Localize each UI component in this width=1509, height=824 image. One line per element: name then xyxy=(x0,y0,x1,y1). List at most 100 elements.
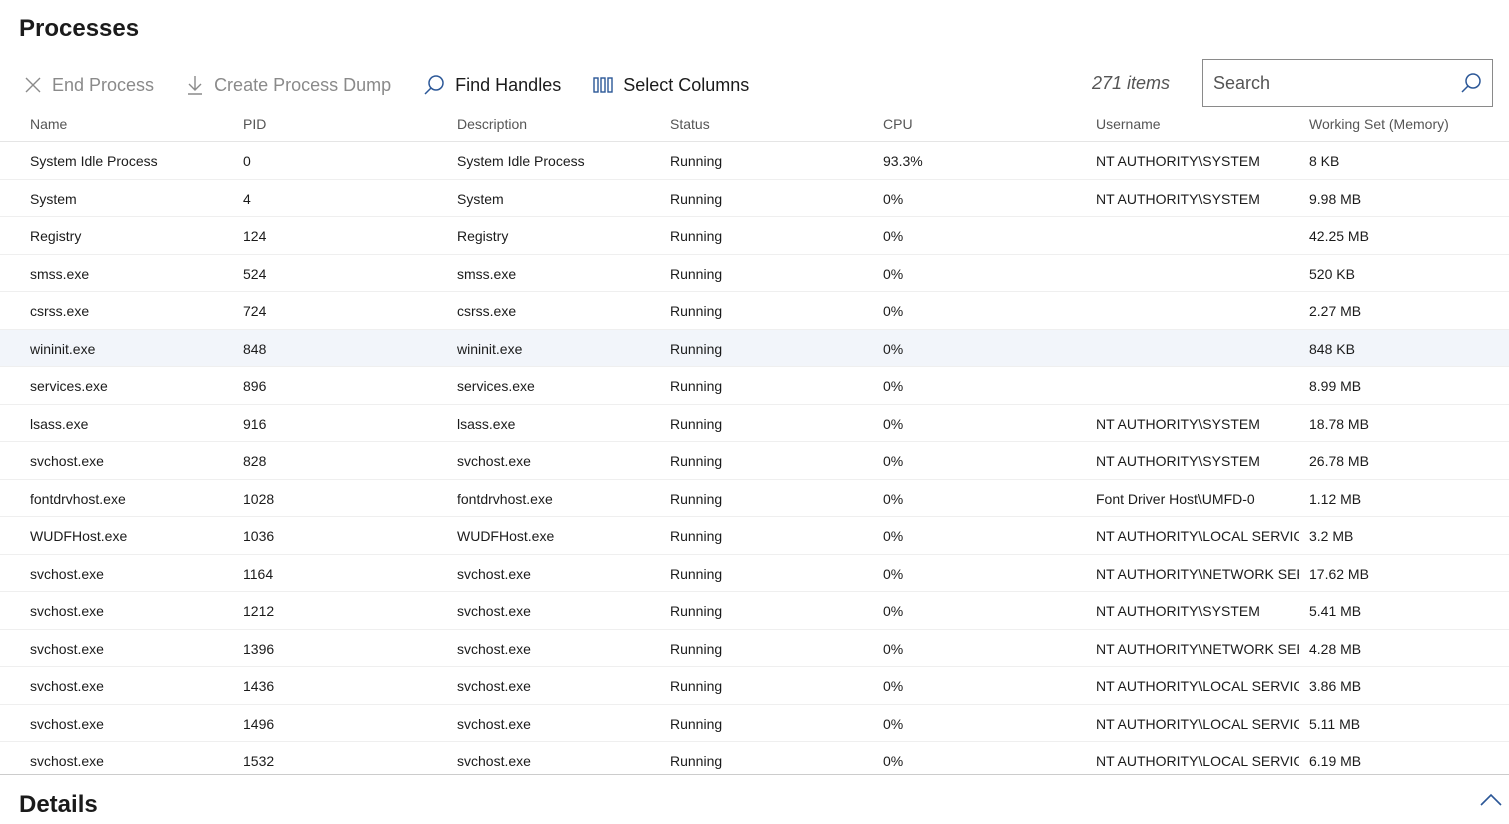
cell-cpu: 0% xyxy=(883,265,904,282)
cell-name: svchost.exe xyxy=(30,753,104,769)
table-row[interactable]: csrss.exe 724 csrss.exe Running 0% 2.27 MB xyxy=(0,292,1509,330)
cell-username: NT AUTHORITY\LOCAL SERVICE xyxy=(1096,528,1299,544)
table-row[interactable]: services.exe 896 services.exe Running 0% 8.99… xyxy=(0,367,1509,405)
cell-working-set: 5.11 MB xyxy=(1309,715,1361,732)
cell-working-set: 18.78 MB xyxy=(1309,415,1369,432)
table-row[interactable]: svchost.exe 1532 svchost.exe Running 0% NT AU… xyxy=(0,742,1509,774)
table-row[interactable]: fontdrvhost.exe 1028 fontdrvhost.exe Runnin… xyxy=(0,480,1509,517)
cell-working-set: 3.86 MB xyxy=(1309,678,1362,694)
cell-username: NT AUTHORITY\NETWORK SERVICE xyxy=(1096,640,1299,657)
cell-pid: 1396 xyxy=(243,640,275,657)
end-process-button[interactable]: End Process xyxy=(24,75,154,96)
close-icon xyxy=(25,77,41,93)
search-input[interactable] xyxy=(1213,72,1460,94)
cell-working-set: 9.98 MB xyxy=(1309,190,1362,207)
cell-cpu: 0% xyxy=(883,678,904,694)
cell-working-set: 8 KB xyxy=(1309,153,1340,169)
cell-username: NT AUTHORITY\LOCAL SERVICE xyxy=(1096,753,1299,769)
table-row[interactable]: svchost.exe 1396 svchost.exe Running 0% NT AU… xyxy=(0,630,1509,667)
download-icon xyxy=(188,76,203,95)
cell-description: svchost.exe xyxy=(457,603,531,619)
cell-name: svchost.exe xyxy=(30,565,104,582)
cell-description: services.exe xyxy=(457,378,535,394)
cell-pid: 4 xyxy=(243,190,251,207)
cell-working-set: 42.25 MB xyxy=(1309,228,1369,244)
item-count: 271 items xyxy=(1092,73,1171,93)
cell-status: Running xyxy=(670,228,723,244)
cell-pid: 0 xyxy=(243,153,251,169)
column-header-pid[interactable]: PID xyxy=(243,116,448,132)
cell-status: Running xyxy=(670,303,723,319)
search-box[interactable] xyxy=(1202,59,1493,107)
cell-pid: 1212 xyxy=(243,603,275,619)
cell-username: NT AUTHORITY\LOCAL SERVICE xyxy=(1096,678,1299,694)
table-row[interactable]: svchost.exe 1164 svchost.exe Running 0% NT AU… xyxy=(0,555,1509,592)
cell-working-set: 3.2 MB xyxy=(1309,528,1354,544)
table-header: Name PID Description Status CPU Username… xyxy=(0,108,1509,142)
cell-username: NT AUTHORITY\SYSTEM xyxy=(1096,453,1260,469)
cell-working-set: 5.41 MB xyxy=(1309,603,1362,619)
find-handles-button[interactable]: Find Handles xyxy=(423,74,561,96)
search-icon[interactable] xyxy=(1460,72,1482,94)
table-row[interactable]: Registry 124 Registry Running 0% 42.25 MB xyxy=(0,217,1509,255)
table-row[interactable]: smss.exe 524 smss.exe Running 0% 520 KB xyxy=(0,255,1509,292)
cell-cpu: 0% xyxy=(883,303,904,319)
cell-description: svchost.exe xyxy=(457,640,531,657)
cell-description: csrss.exe xyxy=(457,303,517,319)
cell-pid: 916 xyxy=(243,415,267,432)
toolbar: End Process Create Process Dump Find Han… xyxy=(24,70,781,100)
cell-name: fontdrvhost.exe xyxy=(30,490,126,507)
column-header-cpu[interactable]: CPU xyxy=(883,116,1088,132)
column-header-description[interactable]: Description xyxy=(457,116,662,132)
column-header-username[interactable]: Username xyxy=(1096,116,1299,132)
cell-pid: 1036 xyxy=(243,528,275,544)
cell-name: lsass.exe xyxy=(30,415,89,432)
select-columns-button[interactable]: Select Columns xyxy=(593,75,749,96)
cell-description: svchost.exe xyxy=(457,565,531,582)
create-process-dump-button[interactable]: Create Process Dump xyxy=(186,75,391,96)
cell-status: Running xyxy=(670,565,723,582)
cell-status: Running xyxy=(670,190,723,207)
column-header-status[interactable]: Status xyxy=(670,116,875,132)
cell-pid: 124 xyxy=(243,228,267,244)
chevron-up-icon[interactable] xyxy=(1480,793,1502,807)
columns-icon xyxy=(593,77,613,93)
cell-status: Running xyxy=(670,415,723,432)
cell-name: WUDFHost.exe xyxy=(30,528,128,544)
table-row[interactable]: svchost.exe 1436 svchost.exe Running 0% NT AU… xyxy=(0,667,1509,705)
cell-pid: 1496 xyxy=(243,715,275,732)
cell-description: WUDFHost.exe xyxy=(457,528,555,544)
cell-description: svchost.exe xyxy=(457,453,531,469)
cell-name: svchost.exe xyxy=(30,715,104,732)
table-row[interactable]: svchost.exe 1496 svchost.exe Running 0% NT AU… xyxy=(0,705,1509,742)
cell-working-set: 4.28 MB xyxy=(1309,640,1362,657)
cell-name: svchost.exe xyxy=(30,603,104,619)
column-header-working-set[interactable]: Working Set (Memory) xyxy=(1309,116,1504,132)
search-icon xyxy=(424,75,444,95)
cell-status: Running xyxy=(670,678,723,694)
table-row[interactable]: System 4 System Running 0% NT AUTHORITY\SYSTE… xyxy=(0,180,1509,217)
column-header-name[interactable]: Name xyxy=(30,116,235,132)
cell-pid: 1028 xyxy=(243,490,275,507)
cell-name: svchost.exe xyxy=(30,453,104,469)
cell-cpu: 0% xyxy=(883,490,904,507)
table-row[interactable]: WUDFHost.exe 1036 WUDFHost.exe Running 0% NT … xyxy=(0,517,1509,555)
table-row[interactable]: System Idle Process 0 System Idle Process R… xyxy=(0,142,1509,180)
cell-username: NT AUTHORITY\LOCAL SERVICE xyxy=(1096,715,1299,732)
table-row[interactable]: svchost.exe 828 svchost.exe Running 0% NT AUT… xyxy=(0,442,1509,480)
cell-name: System Idle Process xyxy=(30,153,158,169)
cell-name: wininit.exe xyxy=(30,340,96,357)
cell-status: Running xyxy=(670,265,723,282)
table-row[interactable]: svchost.exe 1212 svchost.exe Running 0% NT AU… xyxy=(0,592,1509,630)
cell-pid: 828 xyxy=(243,453,267,469)
page-title: Processes xyxy=(19,15,140,42)
cell-status: Running xyxy=(670,528,723,544)
cell-description: fontdrvhost.exe xyxy=(457,490,553,507)
cell-username: Font Driver Host\UMFD-0 xyxy=(1096,490,1255,507)
cell-description: svchost.exe xyxy=(457,753,531,769)
table-row[interactable]: wininit.exe 848 wininit.exe Running 0% 848 KB xyxy=(0,329,1509,367)
cell-pid: 724 xyxy=(243,303,267,319)
cell-name: Registry xyxy=(30,228,82,244)
table-row[interactable]: lsass.exe 916 lsass.exe Running 0% NT AUTHORI… xyxy=(0,405,1509,442)
cell-status: Running xyxy=(670,715,723,732)
